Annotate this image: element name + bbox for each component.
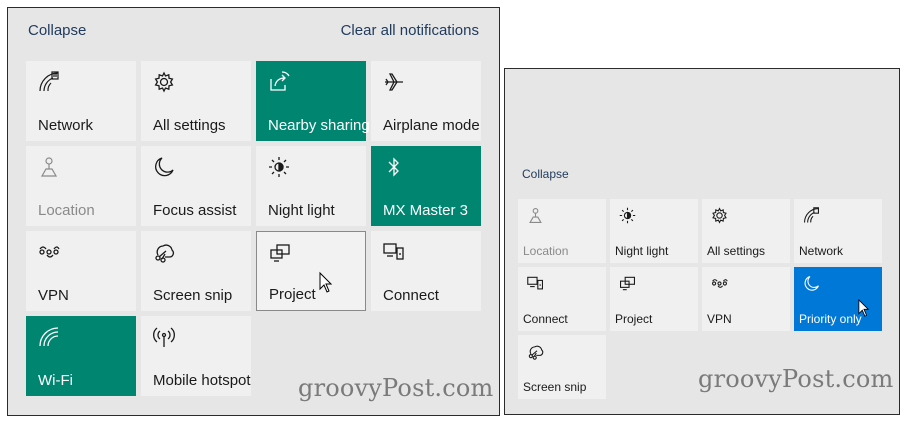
tile-label: VPN — [38, 287, 69, 304]
moon-icon — [153, 156, 175, 178]
connect-icon — [383, 241, 405, 263]
tile-label: Screen snip — [523, 380, 587, 394]
quick-action-screen-snip[interactable]: Screen snip — [518, 335, 606, 399]
watermark: groovyPost.com — [298, 374, 494, 402]
tile-label: Network — [38, 117, 94, 134]
hotspot-icon — [153, 326, 175, 348]
tile-label: All settings — [153, 117, 226, 134]
quick-action-location[interactable]: Location — [26, 146, 136, 226]
quick-action-project[interactable]: Project — [256, 231, 366, 311]
brightness-icon — [268, 156, 290, 178]
tile-label: Nearby sharing — [268, 117, 370, 134]
quick-action-all-settings[interactable]: All settings — [141, 61, 251, 141]
location-icon — [527, 207, 544, 224]
quick-action-airplane-mode[interactable]: Airplane mode — [371, 61, 481, 141]
tile-label: Mobile hotspot — [153, 372, 251, 389]
watermark: groovyPost.com — [698, 365, 894, 393]
tile-label: VPN — [707, 312, 732, 326]
tile-label: Night light — [615, 244, 669, 258]
snip-icon — [527, 343, 544, 360]
gear-icon — [711, 207, 728, 224]
quick-action-vpn[interactable]: VPN — [702, 267, 790, 331]
vpn-icon — [711, 275, 728, 292]
action-center-right: Collapse Location Night light All settin… — [504, 68, 900, 415]
quick-action-focus-assist[interactable]: Focus assist — [141, 146, 251, 226]
airplane-icon — [383, 71, 405, 93]
tile-label: Night light — [268, 202, 335, 219]
quick-action-all-settings[interactable]: All settings — [702, 199, 790, 263]
quick-action-priority-only[interactable]: Priority only — [794, 267, 882, 331]
quick-action-network[interactable]: Network — [26, 61, 136, 141]
tile-label: Connect — [523, 312, 568, 326]
snip-icon — [153, 241, 175, 263]
vpn-icon — [38, 241, 60, 263]
connect-icon — [527, 275, 544, 292]
network-icon — [803, 207, 820, 224]
quick-action-connect[interactable]: Connect — [371, 231, 481, 311]
moon-icon — [803, 275, 820, 292]
quick-action-vpn[interactable]: VPN — [26, 231, 136, 311]
tile-label: MX Master 3 — [383, 202, 469, 219]
tile-label: Location — [38, 202, 95, 219]
network-icon — [38, 71, 60, 93]
brightness-icon — [619, 207, 636, 224]
quick-action-night-light[interactable]: Night light — [256, 146, 366, 226]
tile-label: Project — [269, 286, 316, 303]
tile-label: Network — [799, 244, 844, 258]
quick-action-project[interactable]: Project — [610, 267, 698, 331]
collapse-link[interactable]: Collapse — [28, 22, 86, 39]
quick-action-mobile-hotspot[interactable]: Mobile hotspot — [141, 316, 251, 396]
wifi-icon — [38, 326, 60, 348]
quick-action-night-light[interactable]: Night light — [610, 199, 698, 263]
action-center-left: Collapse Clear all notifications Network… — [7, 7, 500, 416]
tile-label: Screen snip — [153, 287, 233, 304]
mouse-cursor-icon — [319, 271, 333, 299]
quick-action-wifi[interactable]: Wi-Fi — [26, 316, 136, 396]
gear-icon — [153, 71, 175, 93]
tile-label: Priority only — [799, 312, 862, 326]
tile-label: Focus assist — [153, 202, 237, 219]
tile-label: All settings — [707, 244, 766, 258]
tile-label: Airplane mode — [383, 117, 480, 134]
bluetooth-icon — [383, 156, 405, 178]
project-icon — [619, 275, 636, 292]
quick-action-nearby-sharing[interactable]: Nearby sharing — [256, 61, 370, 141]
quick-action-connect[interactable]: Connect — [518, 267, 606, 331]
tile-label: Project — [615, 312, 653, 326]
project-icon — [269, 242, 291, 264]
tile-label: Location — [523, 244, 569, 258]
share-icon — [268, 71, 290, 93]
collapse-link[interactable]: Collapse — [522, 167, 569, 181]
tile-label: Wi-Fi — [38, 372, 73, 389]
tile-label: Connect — [383, 287, 439, 304]
clear-all-notifications-link[interactable]: Clear all notifications — [341, 22, 479, 39]
quick-action-bluetooth-device[interactable]: MX Master 3 — [371, 146, 481, 226]
quick-action-network[interactable]: Network — [794, 199, 882, 263]
location-icon — [38, 156, 60, 178]
quick-action-screen-snip[interactable]: Screen snip — [141, 231, 251, 311]
quick-action-location[interactable]: Location — [518, 199, 606, 263]
mouse-cursor-icon — [858, 298, 870, 323]
